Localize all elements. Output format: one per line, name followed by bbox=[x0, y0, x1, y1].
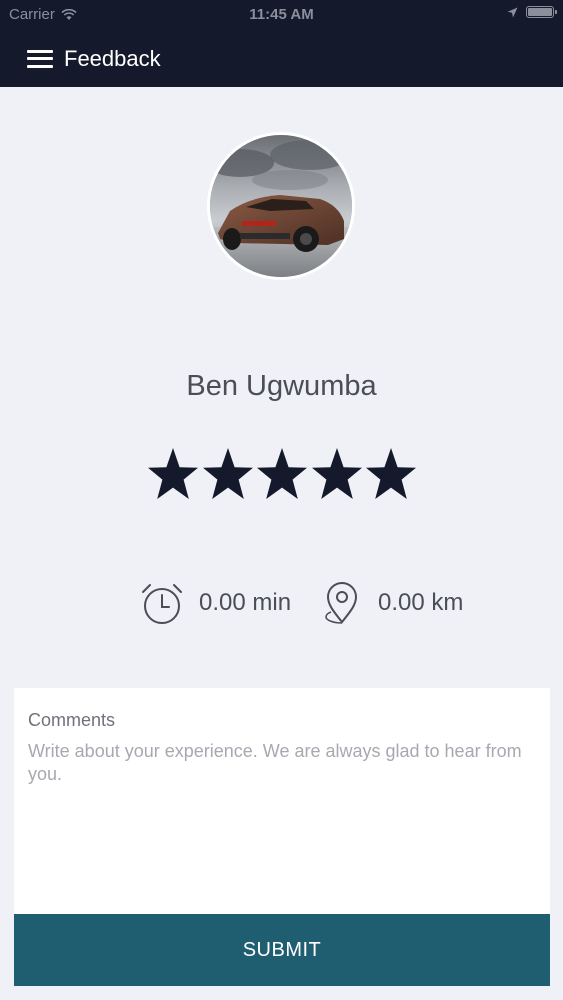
trip-metrics: 0.00 min 0.00 km bbox=[0, 582, 563, 628]
page-title: Feedback bbox=[64, 45, 161, 71]
star-icon-5[interactable] bbox=[365, 446, 417, 504]
hamburger-menu-icon[interactable] bbox=[27, 49, 53, 68]
comments-label: Comments bbox=[28, 710, 116, 730]
location-arrow-icon bbox=[507, 7, 518, 17]
status-time: 11:45 AM bbox=[249, 6, 314, 23]
star-icon-3[interactable] bbox=[256, 446, 308, 504]
top-navigation-bar: Feedback bbox=[0, 30, 563, 87]
driver-name: Ben Ugwumba bbox=[186, 370, 377, 402]
car-photo-avatar bbox=[207, 132, 355, 280]
star-icon-4[interactable] bbox=[311, 446, 363, 504]
rating-stars bbox=[147, 446, 417, 504]
comments-card: Comments bbox=[14, 688, 550, 914]
comments-input[interactable] bbox=[28, 740, 528, 900]
trip-distance: 0.00 km bbox=[378, 589, 464, 616]
battery-icon bbox=[526, 6, 557, 18]
alarm-clock-icon bbox=[142, 584, 182, 624]
map-pin-icon bbox=[325, 582, 358, 624]
trip-duration: 0.00 min bbox=[199, 589, 292, 616]
status-right bbox=[507, 6, 557, 18]
star-icon-1[interactable] bbox=[147, 446, 199, 504]
submit-button[interactable]: SUBMIT bbox=[14, 914, 550, 986]
status-bar: Carrier 11:45 AM bbox=[0, 0, 563, 30]
star-icon-2[interactable] bbox=[202, 446, 254, 504]
car-photo-image bbox=[210, 135, 352, 277]
